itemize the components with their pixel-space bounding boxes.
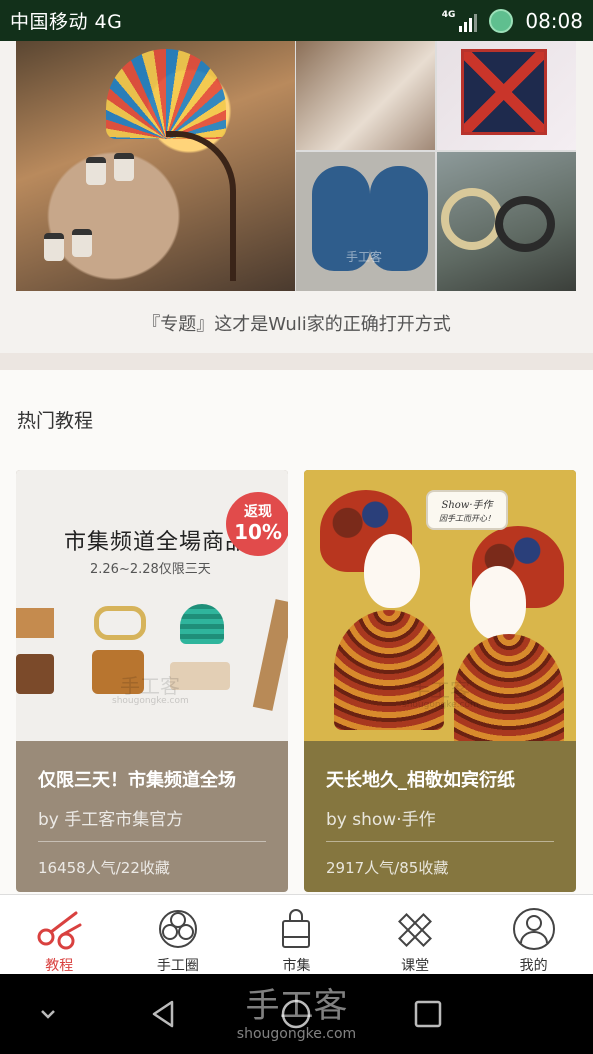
tutorial-card-author: by 手工客市集官方 [38,810,184,830]
hot-tutorials-section: 热门教程 市集频道全場商品 2.26~2.28仅限三天 返现 10% 手工客 s… [0,370,593,894]
section-separator [0,353,593,370]
status-indicators: 4G 08:08 [442,8,583,33]
union-jack-cabinet [461,49,547,135]
flower-icon [158,910,197,948]
tutorial-card-image: Show·手作 因手工而开心！ 手工客 shougongke.com [304,470,576,741]
feature-banner[interactable]: 手工客 [16,41,576,291]
shopping-bag-icon [282,909,311,948]
image-watermark-url: shougongke.com [402,700,479,710]
cashback-badge: 返现 10% [226,492,288,556]
face-shape [470,566,526,640]
tutorial-card[interactable]: Show·手作 因手工而开心！ 手工客 shougongke.com 天长地久_… [304,470,576,892]
tutorial-card-image: 市集频道全場商品 2.26~2.28仅限三天 返现 10% 手工客 shougo… [16,470,288,741]
paint-jar [114,153,134,181]
bike-product [94,606,146,640]
tutorial-card-title: 仅限三天！市集频道全场 [38,770,236,791]
carrier-label: 中国移动 4G [10,11,123,33]
signal-icon: 4G [442,10,478,32]
clock: 08:08 [525,8,583,33]
image-watermark: 手工客 [410,678,470,702]
basket-shape [495,196,555,252]
feature-image-baskets [437,152,576,291]
feature-watermark: 手工客 [346,250,383,264]
site-watermark-url: shougongke.com [236,1026,357,1042]
user-icon [512,908,555,950]
tab-label: 市集 [282,958,311,974]
tab-market[interactable]: 市集 [237,895,356,974]
tutorial-card-title: 天长地久_相敬如宾衍纸 [326,770,515,791]
bubble-line-2: 因手工而开心！ [439,514,495,523]
tab-label: 手工圈 [156,958,199,974]
tab-label: 课堂 [401,958,430,974]
tutorial-card-author: by show·手作 [326,810,436,830]
feature-image-lamp [16,41,295,291]
feature-image-cabinet [437,41,576,150]
basket-shape [441,188,503,250]
tab-classroom[interactable]: 课堂 [356,895,475,974]
app-screen: { "status_bar": { "carrier": "中国移动 4G", … [0,0,593,1054]
tab-label: 我的 [519,958,548,974]
lamp-stand-shape [166,131,236,281]
speech-bubble: Show·手作 因手工而开心！ [426,490,508,530]
system-nav-bar: 手工客 shougongke.com [0,974,593,1054]
pencil-ruler-icon [398,913,433,947]
feature-caption[interactable]: 『专题』这才是Wuli家的正确打开方式 [0,310,593,336]
network-type-label: 4G [441,9,456,20]
bottom-nav: 教程 手工圈 市集 课堂 我的 [0,894,593,974]
tutorial-card[interactable]: 市集频道全場商品 2.26~2.28仅限三天 返现 10% 手工客 shougo… [16,470,288,892]
quilled-robe-shape [334,610,444,730]
knit-hat-product [180,604,224,644]
status-bar: 中国移动 4G 4G 08:08 [0,0,593,41]
face-shape [364,534,420,608]
feature-image-slippers: 手工客 [296,152,435,291]
paint-jar [44,233,64,261]
tab-tutorials[interactable]: 教程 [0,895,119,974]
site-watermark: 手工客 [245,986,348,1026]
bubble-line-1: Show·手作 [441,500,493,511]
promo-headline: 市集频道全場商品 [64,530,249,555]
lamp-shape [106,49,226,139]
tutorial-card-stats: 16458人气/22收藏 [38,859,170,877]
badge-top-text: 返现 [244,504,272,520]
image-watermark-url: shougongke.com [112,696,189,706]
card-divider [326,841,554,842]
image-watermark: 手工客 [120,674,180,698]
tutorial-card-info: 天长地久_相敬如宾衍纸 by show·手作 2917人气/85收藏 [304,741,576,892]
tutorial-card-info: 仅限三天！市集频道全场 by 手工客市集官方 16458人气/22收藏 [16,741,288,892]
feature-image-wood-shelf [296,41,435,150]
tab-profile[interactable]: 我的 [474,895,593,974]
card-divider [38,841,266,842]
paint-jar [86,157,106,185]
envelope-product [16,608,54,638]
paint-jar [72,229,92,257]
tutorial-card-stats: 2917人气/85收藏 [326,859,449,877]
promo-date: 2.26~2.28仅限三天 [90,562,211,577]
scissors-icon [37,911,82,950]
section-title: 热门教程 [17,410,94,432]
bag-product [16,654,54,694]
battery-icon [489,8,514,33]
badge-percent: 10% [234,520,282,544]
tab-handcraft-circle[interactable]: 手工圈 [119,895,238,974]
tab-label: 教程 [45,958,74,974]
